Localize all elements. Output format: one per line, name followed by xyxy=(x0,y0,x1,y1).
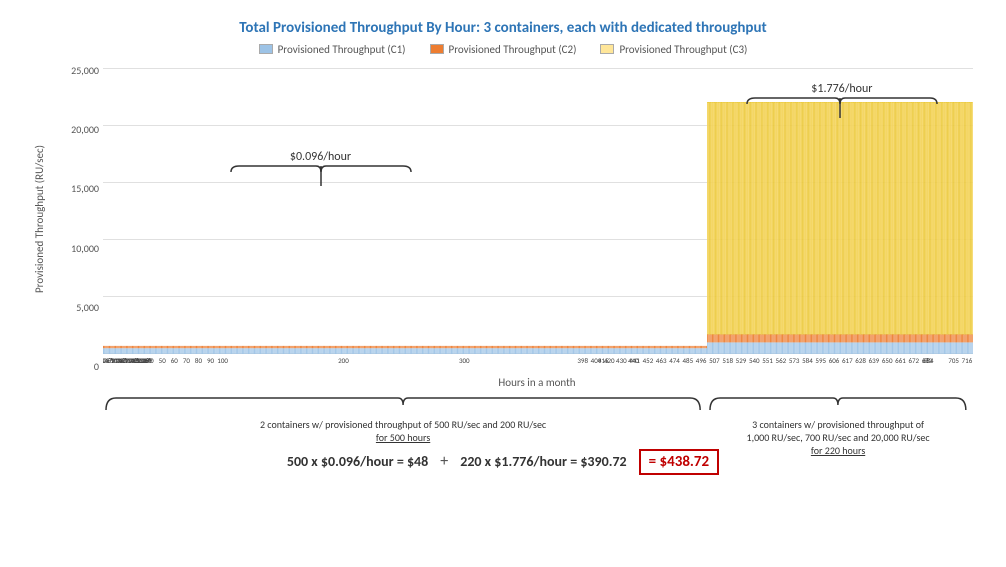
callout-phase1-brace-svg xyxy=(221,164,421,188)
x-tick-485: 485 xyxy=(683,356,694,365)
x-tick-507: 507 xyxy=(709,356,720,365)
legend-label-c3: Provisioned Throughput (C3) xyxy=(619,43,747,56)
x-tick-551: 551 xyxy=(762,356,773,365)
y-axis-label: Provisioned Throughput (RU/sec) xyxy=(33,64,51,374)
x-tick-584: 584 xyxy=(802,356,813,365)
legend-item-c2: Provisioned Throughput (C2) xyxy=(430,43,577,56)
x-axis: 1234567891011121314151617181921222324252… xyxy=(103,354,973,374)
x-tick-650: 650 xyxy=(882,356,893,365)
legend-label-c2: Provisioned Throughput (C2) xyxy=(449,43,577,56)
x-tick-90: 90 xyxy=(207,356,214,365)
legend-item-c3: Provisioned Throughput (C3) xyxy=(600,43,747,56)
x-tick-716: 716 xyxy=(962,356,973,365)
phase2-annotation: 3 containers w/ provisioned throughput o… xyxy=(705,395,971,457)
x-tick-573: 573 xyxy=(789,356,800,365)
brace1-svg xyxy=(101,395,705,413)
legend: Provisioned Throughput (C1) Provisioned … xyxy=(33,43,973,56)
x-tick-628: 628 xyxy=(855,356,866,365)
x-tick-70: 70 xyxy=(183,356,190,365)
x-tick-705: 705 xyxy=(948,356,959,365)
footer-eq1: 500 x $0.096/hour = $48 xyxy=(287,453,428,470)
legend-item-c1: Provisioned Throughput (C1) xyxy=(259,43,406,56)
y-tick-20000: 20,000 xyxy=(53,123,103,136)
chart-area: Provisioned Throughput (RU/sec) 0 5,000 … xyxy=(33,64,973,374)
x-tick-617: 617 xyxy=(842,356,853,365)
x-tick-300: 300 xyxy=(459,356,470,365)
x-tick-672: 672 xyxy=(908,356,919,365)
x-tick-540: 540 xyxy=(749,356,760,365)
annotation-area: 2 containers w/ provisioned throughput o… xyxy=(101,395,973,443)
x-ticks-container: 1234567891011121314151617181921222324252… xyxy=(103,354,973,374)
legend-color-c1 xyxy=(259,44,273,54)
phase1-annotation: 2 containers w/ provisioned throughput o… xyxy=(101,395,705,444)
chart-title: Total Provisioned Throughput By Hour: 3 … xyxy=(33,19,973,37)
x-tick-518: 518 xyxy=(722,356,733,365)
x-tick-80: 80 xyxy=(195,356,202,365)
legend-label-c1: Provisioned Throughput (C1) xyxy=(278,43,406,56)
x-tick-463: 463 xyxy=(656,356,667,365)
y-tick-5000: 5,000 xyxy=(53,301,103,314)
x-tick-420: 420 xyxy=(604,356,615,365)
x-tick-50: 50 xyxy=(159,356,166,365)
phase2-desc2: 1,000 RU/sec, 700 RU/sec and 20,000 RU/s… xyxy=(747,431,930,444)
phase1-label: 2 containers w/ provisioned throughput o… xyxy=(101,418,705,444)
main-container: Total Provisioned Throughput By Hour: 3 … xyxy=(13,9,993,559)
x-tick-200: 200 xyxy=(338,356,349,365)
brace2-svg xyxy=(705,395,971,413)
callout-phase2-price: $1.776/hour xyxy=(811,82,872,96)
title-highlight: 3 containers, each with dedicated throug… xyxy=(483,19,766,37)
y-tick-25000: 25,000 xyxy=(53,64,103,77)
x-tick-60: 60 xyxy=(171,356,178,365)
y-tick-15000: 15,000 xyxy=(53,182,103,195)
legend-color-c3 xyxy=(600,44,614,54)
x-tick-441: 441 xyxy=(629,356,640,365)
phase1-desc1: 2 containers w/ provisioned throughput o… xyxy=(260,418,546,431)
y-tick-0: 0 xyxy=(53,360,103,373)
x-axis-title: Hours in a month xyxy=(101,376,973,389)
y-ticks: 0 5,000 10,000 15,000 20,000 25,000 xyxy=(53,64,103,374)
phase1-desc2: for 500 hours xyxy=(376,431,430,444)
chart-inner: 0 5,000 10,000 15,000 20,000 25,000 xyxy=(53,64,973,374)
callout-phase1-price: $0.096/hour xyxy=(290,150,351,164)
x-tick-398: 398 xyxy=(577,356,588,365)
phase2-desc1: 3 containers w/ provisioned throughput o… xyxy=(752,418,924,431)
callout-phase2-brace-svg xyxy=(737,96,947,120)
x-tick-562: 562 xyxy=(776,356,787,365)
x-tick-684: 684 xyxy=(923,356,934,365)
x-tick-595: 595 xyxy=(815,356,826,365)
x-tick-452: 452 xyxy=(643,356,654,365)
x-tick-496: 496 xyxy=(696,356,707,365)
phase2-label: 3 containers w/ provisioned throughput o… xyxy=(705,418,971,457)
x-tick-40: 40 xyxy=(147,356,154,365)
x-tick-100: 100 xyxy=(217,356,228,365)
x-tick-606: 606 xyxy=(829,356,840,365)
y-tick-10000: 10,000 xyxy=(53,242,103,255)
footer-plus: + xyxy=(440,452,448,471)
title-prefix: Total Provisioned Throughput By Hour: xyxy=(239,19,483,37)
footer-eq2: 220 x $1.776/hour = $390.72 xyxy=(460,453,626,470)
x-tick-474: 474 xyxy=(669,356,680,365)
plot-area: $0.096/hour $1.776/hour 1234 xyxy=(103,64,973,374)
x-tick-430: 430 xyxy=(616,356,627,365)
callout-phase1: $0.096/hour xyxy=(221,150,421,188)
callout-phase2: $1.776/hour xyxy=(737,82,947,120)
x-tick-639: 639 xyxy=(869,356,880,365)
phase2-desc3: for 220 hours xyxy=(811,444,865,457)
x-tick-661: 661 xyxy=(895,356,906,365)
legend-color-c2 xyxy=(430,44,444,54)
x-tick-529: 529 xyxy=(736,356,747,365)
